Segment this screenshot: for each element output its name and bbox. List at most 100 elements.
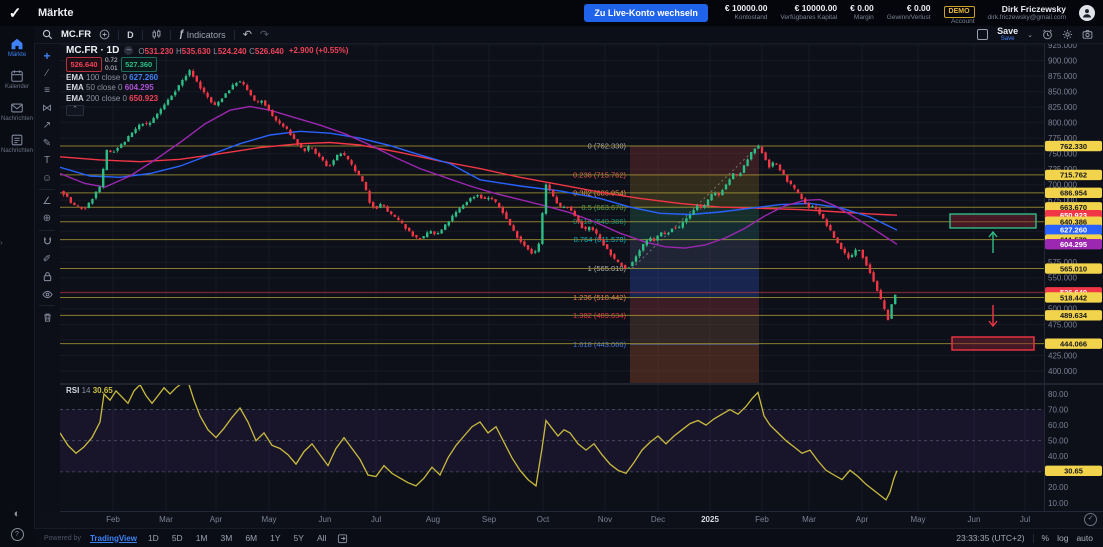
snapshot-button[interactable] <box>1082 29 1093 40</box>
fib-retracement <box>630 146 759 383</box>
range-1y-button[interactable]: 1Y <box>268 532 282 544</box>
stat-margin: € 0.00 Margin <box>850 4 874 21</box>
redo-button[interactable]: ↷ <box>260 28 269 41</box>
clock-label[interactable]: 23:33:35 (UTC+2) <box>956 533 1024 543</box>
range-5d-button[interactable]: 5D <box>170 532 185 544</box>
nav-item-nachrichten-mail[interactable]: Nachrichten <box>0 101 34 122</box>
time-axis-settings-icon[interactable]: ✓ <box>1084 513 1097 526</box>
measure-tool[interactable]: ∠ <box>38 195 56 208</box>
switch-to-live-account-button[interactable]: Zu Live-Konto wechseln <box>584 4 708 22</box>
demo-badge: DEMO <box>944 6 975 18</box>
hide-drawings-tool[interactable] <box>38 288 56 301</box>
avatar[interactable] <box>1079 5 1095 21</box>
range-6m-button[interactable]: 6M <box>243 532 259 544</box>
trend-line-tool[interactable]: ∕ <box>38 67 56 80</box>
svg-text:Apr: Apr <box>210 515 223 524</box>
svg-text:850.000: 850.000 <box>1048 87 1077 96</box>
xabcd-pattern-tool[interactable]: ⋈ <box>38 102 56 115</box>
crosshair-tool[interactable]: + <box>38 49 56 62</box>
help-icon[interactable]: ? <box>11 528 24 541</box>
toolbar-divider <box>1033 534 1034 543</box>
camera-icon <box>1082 29 1093 40</box>
chart-legend[interactable]: MC.FR · 1D – O531.230 H535.630 L524.240 … <box>66 45 348 56</box>
user-email: dirk.friczewsky@gmail.com <box>988 14 1066 22</box>
range-1m-button[interactable]: 1M <box>194 532 210 544</box>
forecast-tool[interactable]: ↗ <box>38 119 56 132</box>
svg-text:Feb: Feb <box>106 515 120 524</box>
range-1d-button[interactable]: 1D <box>146 532 161 544</box>
theme-toggle-icon[interactable]: ◐ <box>0 508 34 520</box>
undo-button[interactable]: ↶ <box>243 28 252 41</box>
collapse-legend-icon[interactable]: – <box>124 46 133 55</box>
fib-retracement-tool[interactable]: ≡ <box>38 84 56 97</box>
search-icon <box>42 29 53 40</box>
timeframe-button[interactable]: D <box>127 30 134 40</box>
collapse-panel-chevron[interactable]: › <box>0 238 3 247</box>
stat-kontostand: € 10000.00 Kontostand <box>725 4 768 21</box>
zoom-in-tool[interactable]: ⊕ <box>38 212 56 225</box>
layout-select-icon[interactable] <box>977 29 988 40</box>
alert-button[interactable] <box>1042 29 1053 40</box>
range-5y-button[interactable]: 5Y <box>292 532 306 544</box>
chart-style-button[interactable] <box>151 29 162 40</box>
nav-item-kalender[interactable]: Kalender <box>0 69 34 90</box>
rsi-legend[interactable]: RSI 14 30.65 <box>66 386 113 395</box>
toolbar-divider <box>170 30 171 40</box>
text-tool[interactable]: T <box>38 154 56 167</box>
svg-text:627.260: 627.260 <box>1060 226 1087 235</box>
drawing-mode-tool[interactable]: ✐ <box>38 253 56 266</box>
symbol-search[interactable] <box>42 29 53 40</box>
compare-add-button[interactable] <box>99 29 110 40</box>
settings-button[interactable] <box>1062 29 1073 40</box>
ema-100-legend[interactable]: EMA 100 close 0 627.260 <box>66 73 158 83</box>
svg-text:May: May <box>910 515 925 524</box>
toolbar-divider <box>234 30 235 40</box>
magnet-tool[interactable] <box>38 235 56 248</box>
svg-text:Jul: Jul <box>371 515 381 524</box>
lock-drawings-tool[interactable] <box>38 270 56 283</box>
ema-50-legend[interactable]: EMA 50 close 0 604.295 <box>66 83 158 93</box>
toolbar-divider <box>142 30 143 40</box>
account-summary: Zu Live-Konto wechseln € 10000.00 Kontos… <box>584 0 1103 26</box>
svg-text:Jun: Jun <box>319 515 332 524</box>
svg-text:May: May <box>261 515 276 524</box>
nav-item-maerkte[interactable]: Märkte <box>0 37 34 58</box>
go-to-date-button[interactable] <box>337 533 348 544</box>
svg-text:444.066: 444.066 <box>1060 339 1087 348</box>
range-all-button[interactable]: All <box>315 532 328 544</box>
svg-text:565.010: 565.010 <box>1060 264 1087 273</box>
toolbar-divider <box>118 30 119 40</box>
app-logo[interactable]: ✓ <box>0 4 30 22</box>
spread-values: 0.72 0.01 <box>105 57 118 72</box>
svg-text:604.295: 604.295 <box>1060 240 1087 249</box>
indicators-button[interactable]: ƒ Indicators <box>179 29 226 40</box>
save-layout-button[interactable]: Save Save <box>997 27 1018 42</box>
symbol-label[interactable]: MC.FR <box>61 29 91 40</box>
brush-tool[interactable]: ✎ <box>38 137 56 150</box>
person-icon <box>1081 7 1093 19</box>
price-chart-canvas[interactable]: 0 (762.330)0.236 (715.762)0.382 (686.954… <box>0 0 1103 547</box>
svg-text:762.330: 762.330 <box>1060 142 1087 151</box>
remove-drawings-tool[interactable] <box>38 311 56 324</box>
log-scale-button[interactable]: log <box>1057 533 1068 543</box>
svg-text:489.634: 489.634 <box>1060 311 1088 320</box>
sell-bid-button[interactable]: 526.640 <box>66 57 102 72</box>
emoji-tool[interactable]: ☺ <box>38 172 56 185</box>
auto-scale-button[interactable]: auto <box>1076 533 1093 543</box>
legend-collapse-button[interactable]: ⌃ <box>66 105 84 116</box>
bid-ask-widget: 526.640 0.72 0.01 527.360 <box>66 57 157 72</box>
percent-scale-button[interactable]: % <box>1042 533 1050 543</box>
svg-text:70.00: 70.00 <box>1048 405 1069 414</box>
powered-by-label: Powered by <box>44 535 81 542</box>
stat-gewinn-verlust: € 0.00 Gewinn/Verlust <box>887 4 931 21</box>
nav-item-nachrichten-news[interactable]: Nachrichten <box>0 133 34 154</box>
tradingview-link[interactable]: TradingView <box>90 534 137 543</box>
ema-200-legend[interactable]: EMA 200 close 0 650.923 <box>66 94 158 104</box>
buy-ask-button[interactable]: 527.360 <box>121 57 157 72</box>
range-3m-button[interactable]: 3M <box>219 532 235 544</box>
user-name: Dirk Friczewsky <box>988 4 1066 14</box>
svg-text:Oct: Oct <box>537 515 550 524</box>
chevron-down-icon[interactable]: ⌄ <box>1027 31 1033 39</box>
svg-text:80.00: 80.00 <box>1048 390 1069 399</box>
user-info[interactable]: Dirk Friczewsky dirk.friczewsky@gmail.co… <box>988 4 1066 22</box>
